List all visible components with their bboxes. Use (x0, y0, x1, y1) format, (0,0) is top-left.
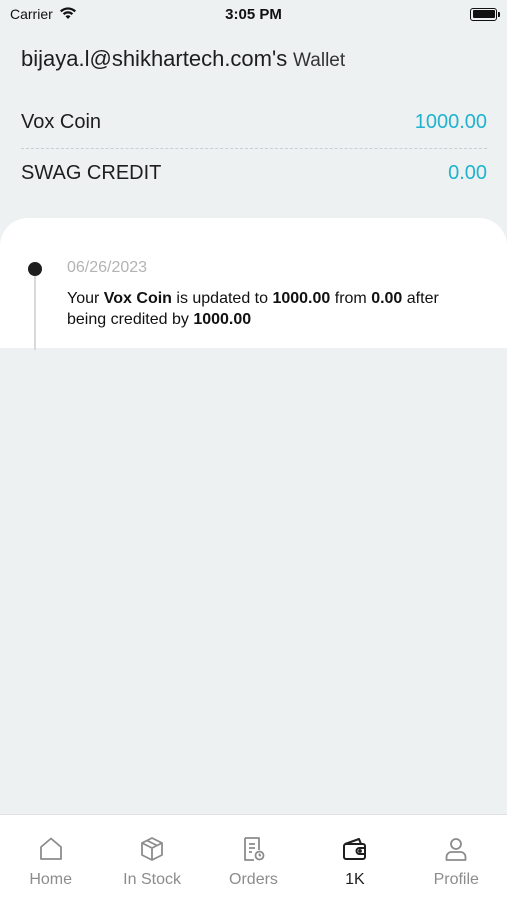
profile-icon (445, 838, 467, 861)
timeline-line (34, 268, 36, 350)
wallet-owner: bijaya.l@shikhartech.com's (21, 46, 288, 71)
timeline-dot (28, 262, 42, 276)
history-old-value: 0.00 (371, 290, 403, 307)
history-new-value: 1000.00 (272, 290, 331, 307)
nav-label: 1K (345, 871, 365, 888)
balance-value: 0.00 (448, 162, 487, 184)
history-text-part: is updated to (171, 290, 273, 307)
wallet-title-suffix: Wallet (293, 50, 346, 71)
history-text-part: from (330, 290, 372, 307)
nav-label: Orders (229, 871, 278, 888)
wallet-icon (342, 838, 366, 860)
balance-value: 1000.00 (414, 111, 487, 133)
nav-item-home[interactable]: Home (0, 835, 101, 889)
nav-label: In Stock (123, 871, 181, 888)
nav-label: Profile (433, 871, 479, 888)
history-coin-name: Vox Coin (103, 290, 172, 307)
balance-label: SWAG CREDIT (21, 162, 162, 184)
orders-icon (244, 837, 265, 861)
nav-item-orders[interactable]: Orders (203, 835, 304, 889)
nav-item-in-stock[interactable]: In Stock (102, 835, 203, 889)
history-date: 06/26/2023 (67, 259, 148, 276)
wifi-icon (59, 6, 77, 23)
history-message: Your Vox Coin is updated to 1000.00 from… (67, 288, 477, 330)
bottom-nav: Home In Stock Orders 1K Profile (0, 814, 507, 900)
box-icon (141, 837, 163, 861)
balance-row-vox-coin: Vox Coin 1000.00 (21, 111, 487, 134)
carrier-label: Carrier (10, 6, 53, 22)
history-text-part: Your (67, 290, 104, 307)
history-credit-amount: 1000.00 (193, 311, 252, 328)
balance-row-swag-credit: SWAG CREDIT 0.00 (21, 162, 487, 185)
home-icon (39, 837, 62, 860)
nav-label: Home (29, 871, 73, 888)
battery-icon (470, 7, 500, 21)
divider (21, 148, 487, 149)
nav-item-wallet[interactable]: 1K (304, 835, 405, 889)
page-title: bijaya.l@shikhartech.com's Wallet (21, 46, 345, 72)
status-bar: Carrier 3:05 PM (0, 0, 507, 28)
balance-label: Vox Coin (21, 111, 102, 133)
nav-item-profile[interactable]: Profile (406, 835, 507, 889)
